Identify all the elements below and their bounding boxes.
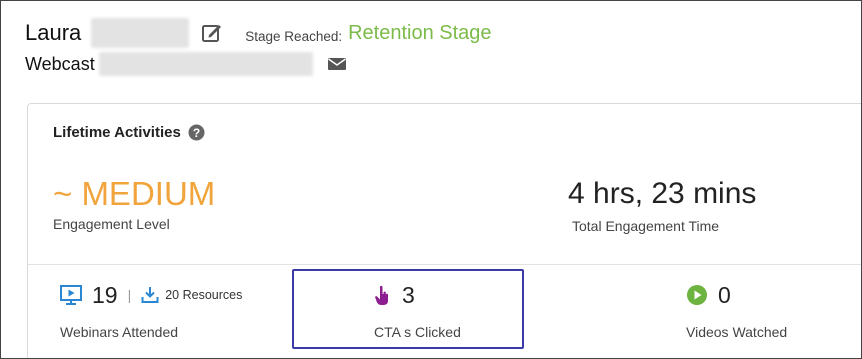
panel-title: Lifetime Activities: [53, 124, 181, 141]
panel-divider: [28, 264, 861, 265]
videos-stat: 0 Videos Watched: [686, 280, 788, 341]
webinars-stat: 19 | 20 Resources Webinars Attended: [60, 280, 242, 340]
stage-reached-value: Retention Stage: [348, 21, 492, 44]
engagement-level-value: ~ MEDIUM: [53, 175, 216, 212]
total-engagement-time-value: 4 hrs, 23 mins: [568, 177, 757, 210]
total-engagement-time-metric: 4 hrs, 23 mins Total Engagement Time: [568, 174, 756, 234]
panel-title-row: Lifetime Activities ?: [53, 124, 205, 141]
contact-source-label: Webcast: [25, 53, 95, 74]
contact-detail-frame: Laura Stage Reached: Retention Stage Web…: [0, 0, 862, 359]
videos-watched-label: Videos Watched: [686, 324, 788, 340]
contact-header: Laura Stage Reached: Retention Stage Web…: [25, 15, 861, 85]
cta-highlight-box: [292, 269, 524, 349]
total-engagement-time-label: Total Engagement Time: [572, 218, 720, 234]
contact-subtitle-row: Webcast: [25, 52, 347, 76]
mail-icon[interactable]: [327, 56, 347, 72]
help-icon[interactable]: ?: [188, 124, 205, 141]
name-row: Laura Stage Reached: Retention Stage: [25, 15, 492, 51]
webinars-stat-top: 19 | 20 Resources: [60, 280, 242, 310]
monitor-play-icon: [60, 284, 82, 306]
videos-watched-count: 0: [718, 281, 731, 308]
contact-first-name: Laura: [25, 20, 82, 45]
svg-text:?: ?: [193, 126, 200, 140]
webinars-attended-label: Webinars Attended: [60, 324, 179, 340]
engagement-level-label: Engagement Level: [53, 216, 170, 232]
redacted-last-name: [91, 18, 190, 48]
redacted-source-name: [98, 52, 313, 76]
play-circle-icon: [686, 284, 708, 306]
webinars-attended-count: 19: [92, 281, 118, 308]
stat-separator: |: [127, 287, 132, 303]
engagement-level-metric: ~ MEDIUM Engagement Level: [53, 174, 215, 232]
download-icon[interactable]: [141, 286, 159, 304]
edit-icon[interactable]: [201, 22, 223, 44]
stage-reached-label: Stage Reached:: [245, 28, 343, 44]
resources-count-link[interactable]: 20 Resources: [165, 288, 242, 302]
videos-stat-top: 0: [686, 280, 787, 310]
